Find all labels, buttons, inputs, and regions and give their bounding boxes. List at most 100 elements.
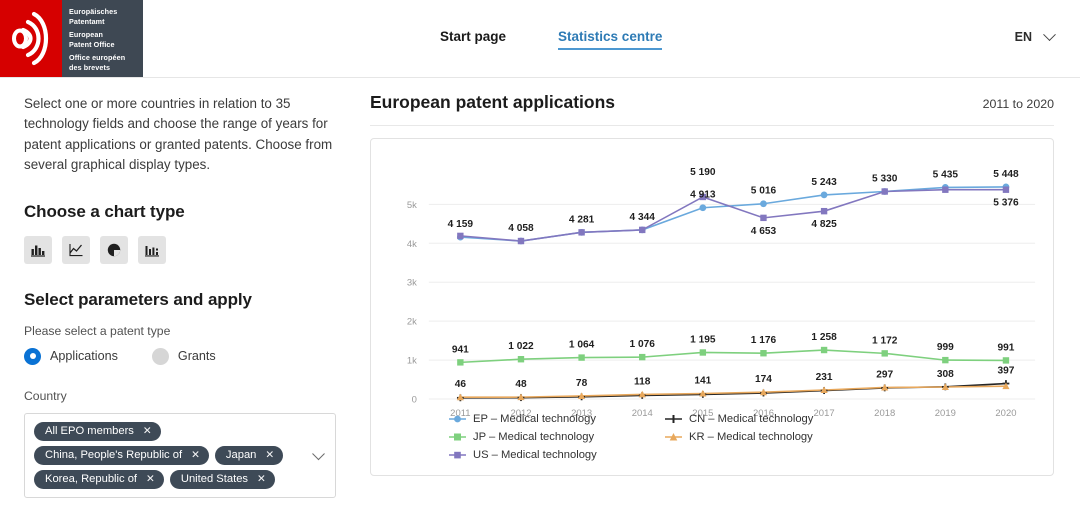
svg-text:5 448: 5 448	[993, 169, 1019, 180]
radio-applications-indicator	[24, 347, 41, 365]
country-tag-label: Japan	[225, 449, 257, 461]
patent-type-radio-group: Applications Grants	[24, 347, 336, 365]
legend-item-cn[interactable]: CN – Medical technology	[665, 413, 881, 425]
svg-text:397: 397	[997, 366, 1014, 377]
svg-text:5 435: 5 435	[933, 169, 959, 180]
main-navigation: Start page Statistics centre	[440, 29, 663, 50]
language-selector-label: EN	[1014, 30, 1032, 44]
country-tag[interactable]: Japan ✕	[214, 445, 284, 465]
country-multiselect[interactable]: All EPO members ✕ China, People's Republ…	[24, 412, 336, 498]
svg-text:3k: 3k	[407, 278, 417, 289]
chart-type-bar-chart[interactable]	[24, 235, 52, 264]
chart-header: European patent applications 2011 to 202…	[370, 92, 1054, 126]
svg-text:5 190: 5 190	[690, 167, 716, 178]
svg-text:4 058: 4 058	[508, 223, 534, 234]
svg-text:1 022: 1 022	[508, 341, 534, 352]
svg-text:5 016: 5 016	[751, 186, 777, 197]
svg-text:1k: 1k	[407, 356, 417, 367]
remove-tag-icon[interactable]: ✕	[146, 473, 155, 485]
epo-logo-mark	[0, 0, 62, 77]
site-header: Europäisches Patentamt European Patent O…	[0, 0, 1080, 78]
logo-line-en-2: Patent Office	[69, 39, 115, 49]
legend-marker-jp	[449, 431, 466, 443]
remove-tag-icon[interactable]: ✕	[191, 449, 200, 461]
logo-line-de-2: Patentamt	[69, 16, 105, 26]
country-tag[interactable]: All EPO members ✕	[34, 421, 161, 441]
country-tag[interactable]: United States ✕	[169, 469, 275, 489]
sidebar-intro-text: Select one or more countries in relation…	[24, 96, 333, 173]
remove-tag-icon[interactable]: ✕	[143, 425, 152, 437]
legend-label-cn: CN – Medical technology	[689, 413, 814, 425]
country-tag-label: China, People's Republic of	[45, 449, 183, 461]
country-label: Country	[24, 388, 67, 403]
remove-tag-icon[interactable]: ✕	[265, 449, 274, 461]
svg-text:5 330: 5 330	[872, 173, 898, 184]
nav-item-statistics-centre[interactable]: Statistics centre	[558, 29, 663, 50]
country-tag[interactable]: Korea, Republic of ✕	[34, 469, 164, 489]
legend-label-kr: KR – Medical technology	[689, 431, 813, 443]
country-tag[interactable]: China, People's Republic of ✕	[34, 445, 209, 465]
logo-line-de-1: Europäisches	[69, 7, 118, 16]
svg-text:118: 118	[634, 376, 651, 387]
legend-item-kr[interactable]: KR – Medical technology	[665, 431, 881, 443]
patent-type-label: Please select a patent type	[24, 323, 171, 338]
chart-type-line-chart[interactable]	[62, 235, 90, 264]
chart-panel: European patent applications 2011 to 202…	[360, 78, 1080, 509]
svg-text:4 159: 4 159	[448, 219, 474, 230]
legend-label-ep: EP – Medical technology	[473, 413, 596, 425]
legend-marker-us	[449, 449, 466, 461]
language-selector[interactable]: EN	[1014, 27, 1056, 44]
line-chart-plot[interactable]: 01k2k3k4k5k2011 2012 2013 2014 2015 2016 2017 2…	[371, 139, 1053, 439]
svg-text:1 064: 1 064	[569, 340, 595, 351]
svg-text:78: 78	[576, 378, 588, 389]
epo-logo: Europäisches Patentamt European Patent O…	[0, 0, 143, 77]
svg-text:941: 941	[452, 344, 469, 355]
svg-text:1 076: 1 076	[630, 339, 656, 350]
chart-type-column-chart[interactable]	[138, 235, 166, 264]
legend-label-jp: JP – Medical technology	[473, 431, 595, 443]
svg-text:4 653: 4 653	[751, 226, 777, 237]
svg-text:308: 308	[937, 369, 954, 380]
legend-item-ep[interactable]: EP – Medical technology	[449, 413, 665, 425]
radio-applications-label: Applications	[50, 349, 118, 363]
legend-label-us: US – Medical technology	[473, 449, 597, 461]
svg-text:2k: 2k	[407, 317, 417, 328]
legend-item-jp[interactable]: JP – Medical technology	[449, 431, 665, 443]
country-multiselect-chevron-down-icon[interactable]	[312, 447, 325, 461]
chart-type-pie-chart[interactable]	[100, 235, 128, 264]
country-tag-list: All EPO members ✕ China, People's Republ…	[34, 421, 301, 489]
svg-text:141: 141	[694, 375, 711, 386]
bar-chart-icon	[31, 245, 45, 257]
pie-chart-icon	[107, 243, 121, 256]
remove-tag-icon[interactable]: ✕	[257, 473, 266, 485]
svg-text:4k: 4k	[407, 239, 417, 250]
svg-text:5 376: 5 376	[993, 198, 1019, 209]
svg-text:4 344: 4 344	[630, 212, 656, 223]
chart-card: 0 1k 2k 3k 4k 5k 2011 2012 2013 2014 2015 2016 2017 2…	[370, 138, 1054, 476]
radio-grants[interactable]: Grants	[151, 347, 216, 365]
country-tag-label: United States	[180, 473, 249, 485]
svg-text:1 176: 1 176	[751, 335, 777, 346]
radio-grants-label: Grants	[177, 349, 216, 363]
svg-text:4 913: 4 913	[690, 190, 716, 201]
svg-text:5 243: 5 243	[811, 177, 837, 188]
country-tag-label: All EPO members	[45, 425, 134, 437]
svg-text:5k: 5k	[407, 200, 417, 211]
radio-applications[interactable]: Applications	[24, 347, 118, 365]
chevron-down-icon	[1043, 27, 1056, 41]
line-chart-icon	[69, 243, 83, 256]
nav-item-start-page[interactable]: Start page	[440, 29, 506, 50]
svg-text:1 172: 1 172	[872, 335, 898, 346]
logo-line-fr-1: Office européen	[69, 53, 126, 62]
svg-text:231: 231	[816, 372, 833, 383]
logo-line-en-1: European	[69, 30, 103, 39]
svg-text:999: 999	[937, 342, 954, 353]
epo-logo-text: Europäisches Patentamt European Patent O…	[62, 0, 143, 77]
svg-text:4 281: 4 281	[569, 214, 595, 225]
svg-text:48: 48	[515, 379, 527, 390]
legend-item-us[interactable]: US – Medical technology	[449, 449, 665, 461]
svg-text:297: 297	[876, 369, 893, 380]
sidebar: Select one or more countries in relation…	[0, 78, 360, 509]
epo-spiral-icon	[12, 11, 48, 66]
legend-marker-cn	[665, 413, 682, 425]
